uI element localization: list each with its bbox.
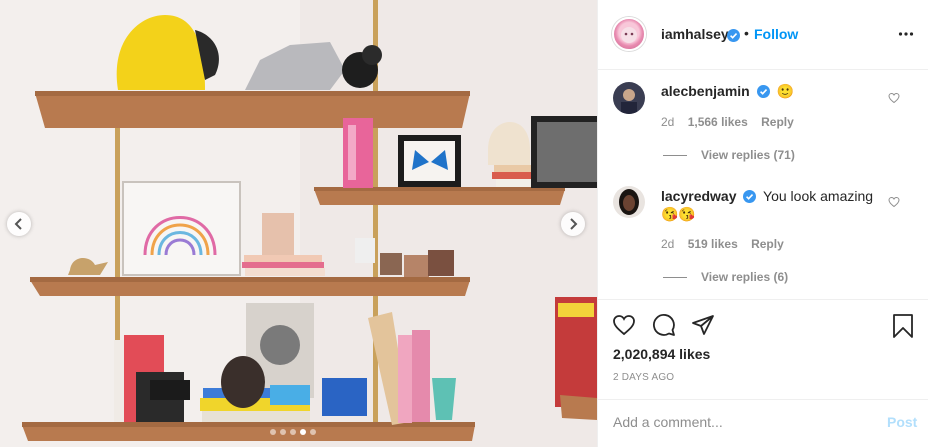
comment-emoji: 😘😘	[661, 206, 696, 222]
header-separator: •	[744, 25, 749, 41]
more-options-button[interactable]	[898, 24, 914, 47]
share-icon	[692, 315, 714, 335]
share-button[interactable]	[691, 313, 715, 340]
comment-likes[interactable]: 1,566 likes	[688, 115, 748, 129]
post-header: iamhalsey • Follow	[598, 0, 928, 70]
chevron-left-icon	[14, 218, 22, 230]
verified-icon	[743, 190, 757, 203]
commenter-avatar[interactable]	[613, 82, 645, 114]
post-photo	[0, 0, 597, 447]
heart-icon	[888, 196, 900, 208]
like-button[interactable]	[611, 313, 637, 340]
bookmark-icon	[893, 314, 913, 338]
carousel-dot	[280, 429, 286, 435]
post-media[interactable]	[0, 0, 597, 447]
view-replies-label: View replies (6)	[701, 270, 789, 284]
comment-input[interactable]	[613, 412, 863, 432]
comment-composer: Post	[598, 399, 928, 447]
post-date[interactable]: 2 DAYS AGO	[613, 372, 674, 383]
comment-likes[interactable]: 519 likes	[688, 237, 738, 251]
carousel-dot	[270, 429, 276, 435]
verified-icon	[756, 85, 770, 98]
post-details-panel: iamhalsey • Follow alecbenjamin 🙂 2d 1,5…	[597, 0, 928, 447]
post-modal: iamhalsey • Follow alecbenjamin 🙂 2d 1,5…	[0, 0, 928, 447]
carousel-dot	[310, 429, 316, 435]
view-replies-label: View replies (71)	[701, 148, 795, 162]
comment-item: lacyredway You look amazing 😘😘 2d 519 li…	[598, 186, 928, 294]
comment-text: You look amazing	[763, 188, 874, 204]
previous-slide-button[interactable]	[7, 212, 31, 236]
more-icon	[898, 32, 914, 36]
commenter-avatar[interactable]	[613, 186, 645, 218]
save-button[interactable]	[891, 313, 915, 342]
reply-button[interactable]: Reply	[751, 237, 784, 251]
like-comment-button[interactable]	[888, 195, 900, 211]
heart-icon	[613, 315, 635, 336]
like-comment-button[interactable]	[888, 91, 900, 107]
carousel-dot	[290, 429, 296, 435]
author-username[interactable]: iamhalsey	[661, 26, 729, 42]
comment-icon	[653, 314, 675, 336]
replies-divider	[663, 154, 687, 156]
likes-count[interactable]: 2,020,894 likes	[613, 346, 710, 362]
chevron-right-icon	[570, 218, 578, 230]
reply-button[interactable]: Reply	[761, 115, 794, 129]
heart-icon	[888, 92, 900, 104]
post-comment-button[interactable]: Post	[887, 414, 917, 430]
next-slide-button[interactable]	[561, 212, 585, 236]
view-replies-button[interactable]: View replies (71)	[663, 148, 795, 162]
comment-emoji: 🙂	[776, 83, 794, 99]
comment-button[interactable]	[651, 313, 677, 340]
carousel-dot	[300, 429, 306, 435]
comment-item: alecbenjamin 🙂 2d 1,566 likes Reply View…	[598, 82, 928, 182]
comment-age: 2d	[661, 237, 675, 251]
follow-button[interactable]: Follow	[754, 26, 798, 42]
commenter-username[interactable]: lacyredway	[661, 188, 737, 204]
post-actions: 2,020,894 likes 2 DAYS AGO	[598, 299, 928, 399]
carousel-indicator	[270, 429, 316, 435]
commenter-username[interactable]: alecbenjamin	[661, 83, 750, 99]
view-replies-button[interactable]: View replies (6)	[663, 270, 788, 284]
replies-divider	[663, 276, 687, 278]
comment-age: 2d	[661, 115, 675, 129]
author-avatar[interactable]	[612, 17, 646, 51]
verified-icon	[727, 27, 740, 43]
